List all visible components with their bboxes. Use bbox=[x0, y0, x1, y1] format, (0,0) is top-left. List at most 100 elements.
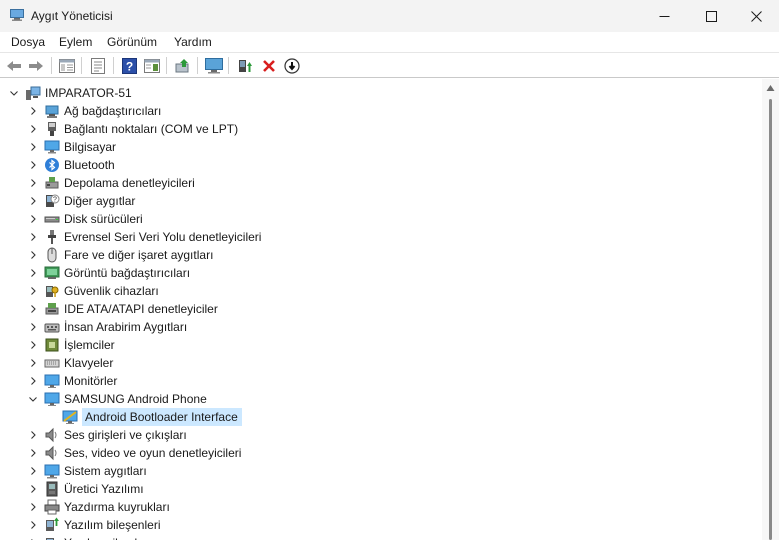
tree-category-item[interactable]: Monitörler bbox=[27, 372, 117, 390]
show-hide-console-tree-button[interactable] bbox=[57, 56, 77, 75]
vertical-scrollbar[interactable] bbox=[762, 79, 779, 540]
processor-icon bbox=[44, 337, 60, 353]
tree-item-label: Diğer aygıtlar bbox=[64, 194, 136, 208]
menu-eylem[interactable]: Eylem bbox=[59, 35, 92, 49]
expand-chevron-icon[interactable] bbox=[27, 195, 39, 207]
tree-category-item[interactable]: Klavyeler bbox=[27, 354, 113, 372]
help-button[interactable]: ? bbox=[119, 56, 139, 75]
tree-category-item[interactable]: Bilgisayar bbox=[27, 138, 116, 156]
tree-item-label: SAMSUNG Android Phone bbox=[64, 392, 207, 406]
action-pane-button[interactable] bbox=[142, 56, 162, 75]
collapse-chevron-icon[interactable] bbox=[8, 87, 20, 99]
tree-item-label-selected: Android Bootloader Interface bbox=[82, 408, 242, 426]
uninstall-device-button[interactable] bbox=[259, 56, 279, 75]
tree-category-item[interactable]: Yazılım bileşenleri bbox=[27, 516, 160, 534]
back-button[interactable] bbox=[4, 56, 24, 75]
tree-category-item[interactable]: Ses, video ve oyun denetleyicileri bbox=[27, 444, 241, 462]
toolbar-separator bbox=[113, 57, 114, 74]
expand-chevron-icon[interactable] bbox=[27, 249, 39, 261]
monitor-icon bbox=[44, 373, 60, 389]
menu-yardim[interactable]: Yardım bbox=[174, 35, 212, 49]
maximize-button[interactable] bbox=[688, 0, 734, 32]
tree-category-item[interactable]: Güvenlik cihazları bbox=[27, 282, 159, 300]
expand-chevron-icon[interactable] bbox=[27, 465, 39, 477]
expand-chevron-icon[interactable] bbox=[27, 285, 39, 297]
expand-chevron-icon[interactable] bbox=[27, 177, 39, 189]
forward-button[interactable] bbox=[26, 56, 46, 75]
expand-chevron-icon[interactable] bbox=[27, 231, 39, 243]
expand-chevron-icon[interactable] bbox=[27, 519, 39, 531]
computer-icon bbox=[44, 139, 60, 155]
scroll-up-arrow-icon[interactable] bbox=[766, 84, 775, 92]
tree-category-item[interactable]: İnsan Arabirim Aygıtları bbox=[27, 318, 187, 336]
title-bar[interactable]: Aygıt Yöneticisi bbox=[0, 0, 779, 32]
tree-category-item[interactable]: Sistem aygıtları bbox=[27, 462, 147, 480]
properties-button[interactable] bbox=[88, 56, 108, 75]
tree-item-label: Depolama denetleyicileri bbox=[64, 176, 195, 190]
expand-chevron-icon[interactable] bbox=[27, 447, 39, 459]
scrollbar-thumb[interactable] bbox=[769, 99, 772, 540]
ide-controller-icon bbox=[44, 301, 60, 317]
tree-item-label: Bluetooth bbox=[64, 158, 115, 172]
device-tree[interactable]: IMPARATOR-51 Ağ bağdaştırıcıları Bağlantı… bbox=[0, 79, 762, 540]
collapse-chevron-icon[interactable] bbox=[27, 393, 39, 405]
tree-category-item[interactable]: Fare ve diğer işaret aygıtları bbox=[27, 246, 213, 264]
computer-root-icon bbox=[25, 85, 41, 101]
menu-gorunum[interactable]: Görünüm bbox=[107, 35, 157, 49]
tree-item-label: Görüntü bağdaştırıcıları bbox=[64, 266, 191, 280]
minimize-button[interactable] bbox=[641, 0, 687, 32]
expand-chevron-icon[interactable] bbox=[27, 267, 39, 279]
expand-chevron-icon[interactable] bbox=[27, 429, 39, 441]
toolbar-separator bbox=[166, 57, 167, 74]
expand-chevron-icon[interactable] bbox=[27, 375, 39, 387]
tree-item-label: Sistem aygıtları bbox=[64, 464, 147, 478]
tree-item-label: Bilgisayar bbox=[64, 140, 117, 154]
scan-hardware-button[interactable] bbox=[204, 56, 224, 75]
close-button[interactable] bbox=[733, 0, 779, 32]
expand-chevron-icon[interactable] bbox=[27, 321, 39, 333]
menu-dosya[interactable]: Dosya bbox=[11, 35, 45, 49]
hid-icon bbox=[44, 319, 60, 335]
tree-category-item[interactable]: Ağ bağdaştırıcıları bbox=[27, 102, 161, 120]
device-manager-app-icon bbox=[10, 9, 24, 21]
tree-device-item[interactable]: Android Bootloader Interface bbox=[46, 408, 242, 426]
tree-category-item[interactable]: Evrensel Seri Veri Yolu denetleyicileri bbox=[27, 228, 261, 246]
tree-category-item[interactable]: SAMSUNG Android Phone bbox=[27, 390, 207, 408]
tree-category-item[interactable]: Yazdırma kuyrukları bbox=[27, 498, 170, 516]
toolbar: ? bbox=[0, 53, 779, 78]
expand-chevron-icon[interactable] bbox=[27, 303, 39, 315]
tree-category-item[interactable]: Görüntü bağdaştırıcıları bbox=[27, 264, 190, 282]
uninstall-icon bbox=[263, 59, 275, 72]
expand-chevron-icon[interactable] bbox=[27, 213, 39, 225]
back-arrow-icon bbox=[7, 60, 21, 71]
expand-chevron-icon[interactable] bbox=[27, 159, 39, 171]
expand-chevron-icon[interactable] bbox=[27, 123, 39, 135]
expand-chevron-icon[interactable] bbox=[27, 357, 39, 369]
toolbar-separator bbox=[228, 57, 229, 74]
tree-category-item[interactable]: Üretici Yazılımı bbox=[27, 480, 144, 498]
tree-category-item[interactable]: Ses girişleri ve çıkışları bbox=[27, 426, 187, 444]
tree-category-item[interactable]: Disk sürücüleri bbox=[27, 210, 143, 228]
expand-chevron-icon[interactable] bbox=[27, 339, 39, 351]
tree-item-label: Yazılım bileşenleri bbox=[64, 518, 161, 532]
tree-category-item[interactable]: Bağlantı noktaları (COM ve LPT) bbox=[27, 120, 238, 138]
tree-category-item[interactable]: ? Diğer aygıtlar bbox=[27, 192, 135, 210]
tree-item-label: Klavyeler bbox=[64, 356, 114, 370]
update-driver-button[interactable] bbox=[173, 56, 193, 75]
tree-category-item[interactable]: IDE ATA/ATAPI denetleyiciler bbox=[27, 300, 218, 318]
disable-device-button[interactable] bbox=[282, 56, 302, 75]
tree-category-item[interactable]: Bluetooth bbox=[27, 156, 115, 174]
maximize-icon bbox=[705, 10, 717, 22]
expand-chevron-icon[interactable] bbox=[27, 105, 39, 117]
unknown-device-icon: ? bbox=[44, 193, 60, 209]
tree-root[interactable]: IMPARATOR-51 bbox=[8, 84, 132, 102]
enable-device-button[interactable] bbox=[235, 56, 255, 75]
tree-category-item[interactable]: Depolama denetleyicileri bbox=[27, 174, 195, 192]
tree-category-item[interactable]: Yazılım cihazları bbox=[27, 534, 151, 540]
tree-category-item[interactable]: İşlemciler bbox=[27, 336, 115, 354]
expand-chevron-icon[interactable] bbox=[27, 141, 39, 153]
speaker-icon bbox=[44, 427, 60, 443]
expand-chevron-icon[interactable] bbox=[27, 501, 39, 513]
tree-item-label: IDE ATA/ATAPI denetleyiciler bbox=[64, 302, 218, 316]
expand-chevron-icon[interactable] bbox=[27, 483, 39, 495]
